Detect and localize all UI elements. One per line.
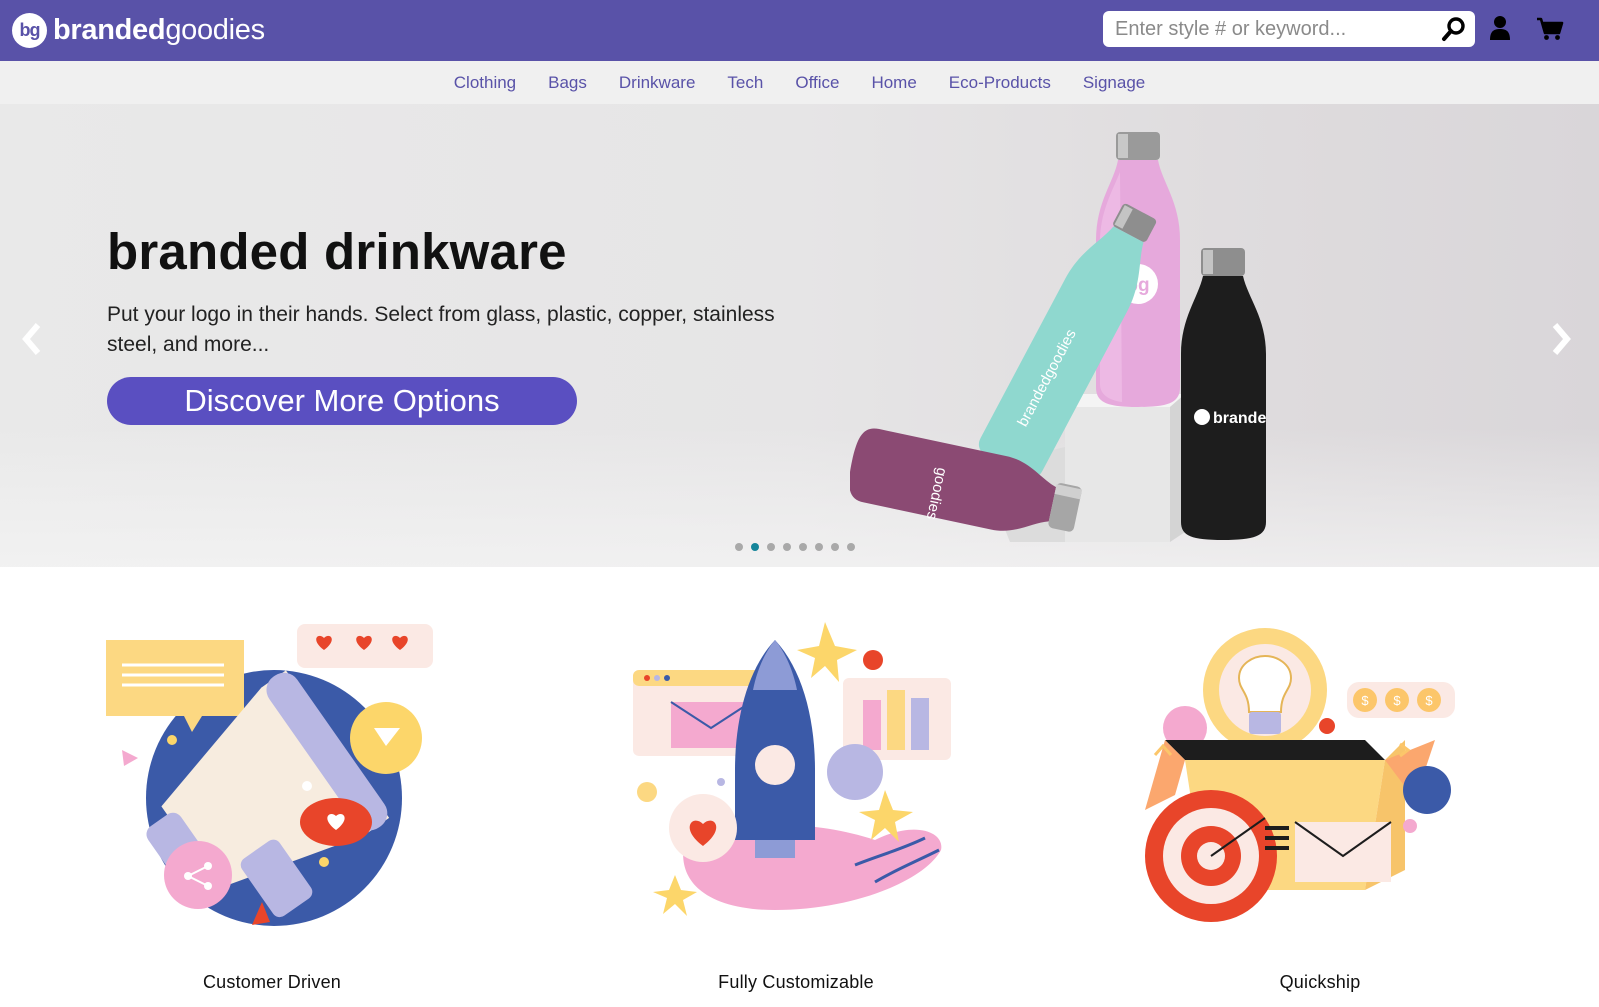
- search-bar: [1103, 11, 1475, 47]
- black-bottle: brande: [1181, 248, 1266, 540]
- feature-quickship-illustration: $ $ $: [1145, 620, 1505, 930]
- search-button[interactable]: [1441, 16, 1467, 42]
- hero-title-bold: drinkware: [323, 223, 567, 280]
- account-button[interactable]: [1488, 15, 1512, 41]
- nav-office[interactable]: Office: [795, 73, 839, 93]
- site-header: bg brandedgoodies: [0, 0, 1599, 61]
- user-icon: [1490, 16, 1510, 40]
- carousel-dot-4[interactable]: [783, 543, 791, 551]
- feature-quickship-label: Quickship: [1279, 972, 1361, 992]
- chevron-right-icon: [1552, 323, 1571, 355]
- feature-fully-customizable-illustration: [625, 620, 985, 930]
- carousel-dot-1[interactable]: [735, 543, 743, 551]
- nav-tech[interactable]: Tech: [727, 73, 763, 93]
- carousel-indicators: [735, 543, 863, 551]
- search-input[interactable]: [1115, 12, 1435, 46]
- megaphone-illustration: [106, 624, 433, 926]
- feature-fully-customizable-label: Fully Customizable: [718, 972, 874, 992]
- carousel-dot-2[interactable]: [751, 543, 759, 551]
- hero-title: branded drinkware: [107, 222, 567, 281]
- svg-text:$: $: [1361, 693, 1369, 708]
- carousel-dot-8[interactable]: [847, 543, 855, 551]
- logo-wordmark-light: goodies: [165, 13, 265, 46]
- cart-icon: [1537, 17, 1564, 40]
- nav-eco-products[interactable]: Eco-Products: [949, 73, 1051, 93]
- nav-clothing[interactable]: Clothing: [454, 73, 516, 93]
- nav-bags[interactable]: Bags: [548, 73, 587, 93]
- carousel-next-button[interactable]: [1547, 319, 1577, 359]
- hero-carousel: bg brandedgoodies brande goodies branded…: [0, 104, 1599, 567]
- carousel-dot-3[interactable]: [767, 543, 775, 551]
- nav-home[interactable]: Home: [871, 73, 916, 93]
- carousel-prev-button[interactable]: [16, 319, 46, 359]
- black-bottle-text: brande: [1213, 410, 1266, 427]
- cart-button[interactable]: [1536, 17, 1564, 41]
- box-target-illustration: $ $ $: [1145, 628, 1455, 922]
- nav-signage[interactable]: Signage: [1083, 73, 1145, 93]
- logo-wordmark: brandedgoodies: [53, 14, 265, 47]
- category-nav: Clothing Bags Drinkware Tech Office Home…: [0, 61, 1599, 104]
- nav-drinkware[interactable]: Drinkware: [619, 73, 696, 93]
- brand-logo[interactable]: bg brandedgoodies: [12, 12, 265, 48]
- feature-customer-driven-illustration: [102, 620, 462, 930]
- logo-wordmark-bold: branded: [53, 13, 166, 46]
- search-icon: [1442, 17, 1465, 41]
- carousel-dot-6[interactable]: [815, 543, 823, 551]
- carousel-dot-5[interactable]: [799, 543, 807, 551]
- logo-badge: bg: [12, 12, 47, 48]
- feature-customer-driven-label: Customer Driven: [202, 972, 342, 992]
- hero-subtitle: Put your logo in their hands. Select fro…: [107, 303, 775, 356]
- discover-more-button[interactable]: Discover More Options: [107, 377, 577, 425]
- hero-title-light: branded: [107, 223, 310, 280]
- carousel-dot-7[interactable]: [831, 543, 839, 551]
- chevron-left-icon: [22, 323, 41, 355]
- svg-text:$: $: [1393, 693, 1401, 708]
- rocket-illustration: [633, 622, 951, 916]
- hero-bottles-image: bg brandedgoodies brande goodies: [850, 132, 1266, 542]
- svg-text:$: $: [1425, 693, 1433, 708]
